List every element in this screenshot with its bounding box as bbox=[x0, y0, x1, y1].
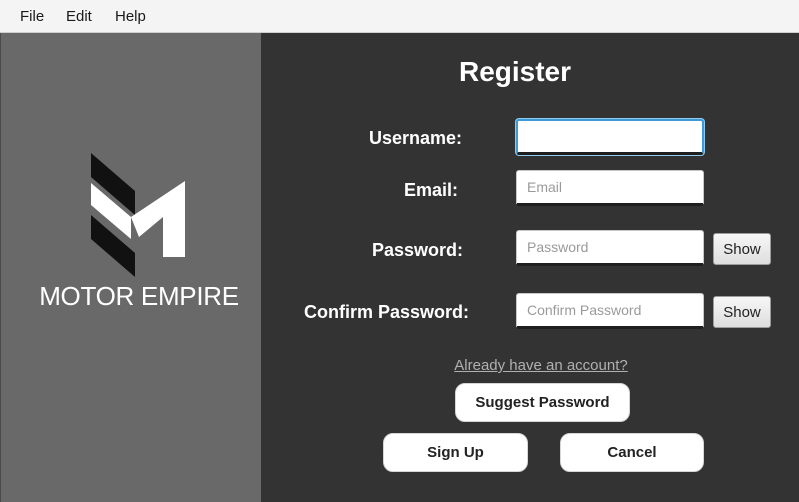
username-label: Username: bbox=[369, 128, 463, 148]
page-title: Register bbox=[458, 56, 572, 87]
branding-panel: MOTOR EMPIRE bbox=[0, 33, 261, 502]
email-input[interactable] bbox=[516, 170, 704, 206]
suggest-password-button[interactable]: Suggest Password bbox=[455, 383, 630, 422]
logo-m-right-stroke bbox=[131, 181, 185, 257]
brand-name: MOTOR EMPIRE bbox=[39, 281, 239, 311]
show-confirm-password-button[interactable]: Show bbox=[713, 296, 771, 328]
menu-bar: File Edit Help bbox=[0, 0, 799, 33]
password-label: Password: bbox=[372, 240, 464, 260]
email-label: Email: bbox=[404, 180, 459, 200]
sign-up-button[interactable]: Sign Up bbox=[383, 433, 528, 472]
motor-empire-logo-icon bbox=[91, 153, 185, 277]
cancel-button[interactable]: Cancel bbox=[560, 433, 704, 472]
confirm-password-label: Confirm Password: bbox=[304, 302, 470, 322]
menu-file[interactable]: File bbox=[20, 8, 44, 25]
username-input[interactable] bbox=[516, 119, 704, 155]
show-password-button[interactable]: Show bbox=[713, 233, 771, 265]
register-form-panel bbox=[261, 33, 799, 502]
menu-help[interactable]: Help bbox=[115, 8, 146, 25]
menu-edit[interactable]: Edit bbox=[66, 8, 92, 25]
confirm-password-input[interactable] bbox=[516, 293, 704, 329]
login-link[interactable]: Already have an account? bbox=[430, 357, 652, 374]
password-input[interactable] bbox=[516, 230, 704, 266]
